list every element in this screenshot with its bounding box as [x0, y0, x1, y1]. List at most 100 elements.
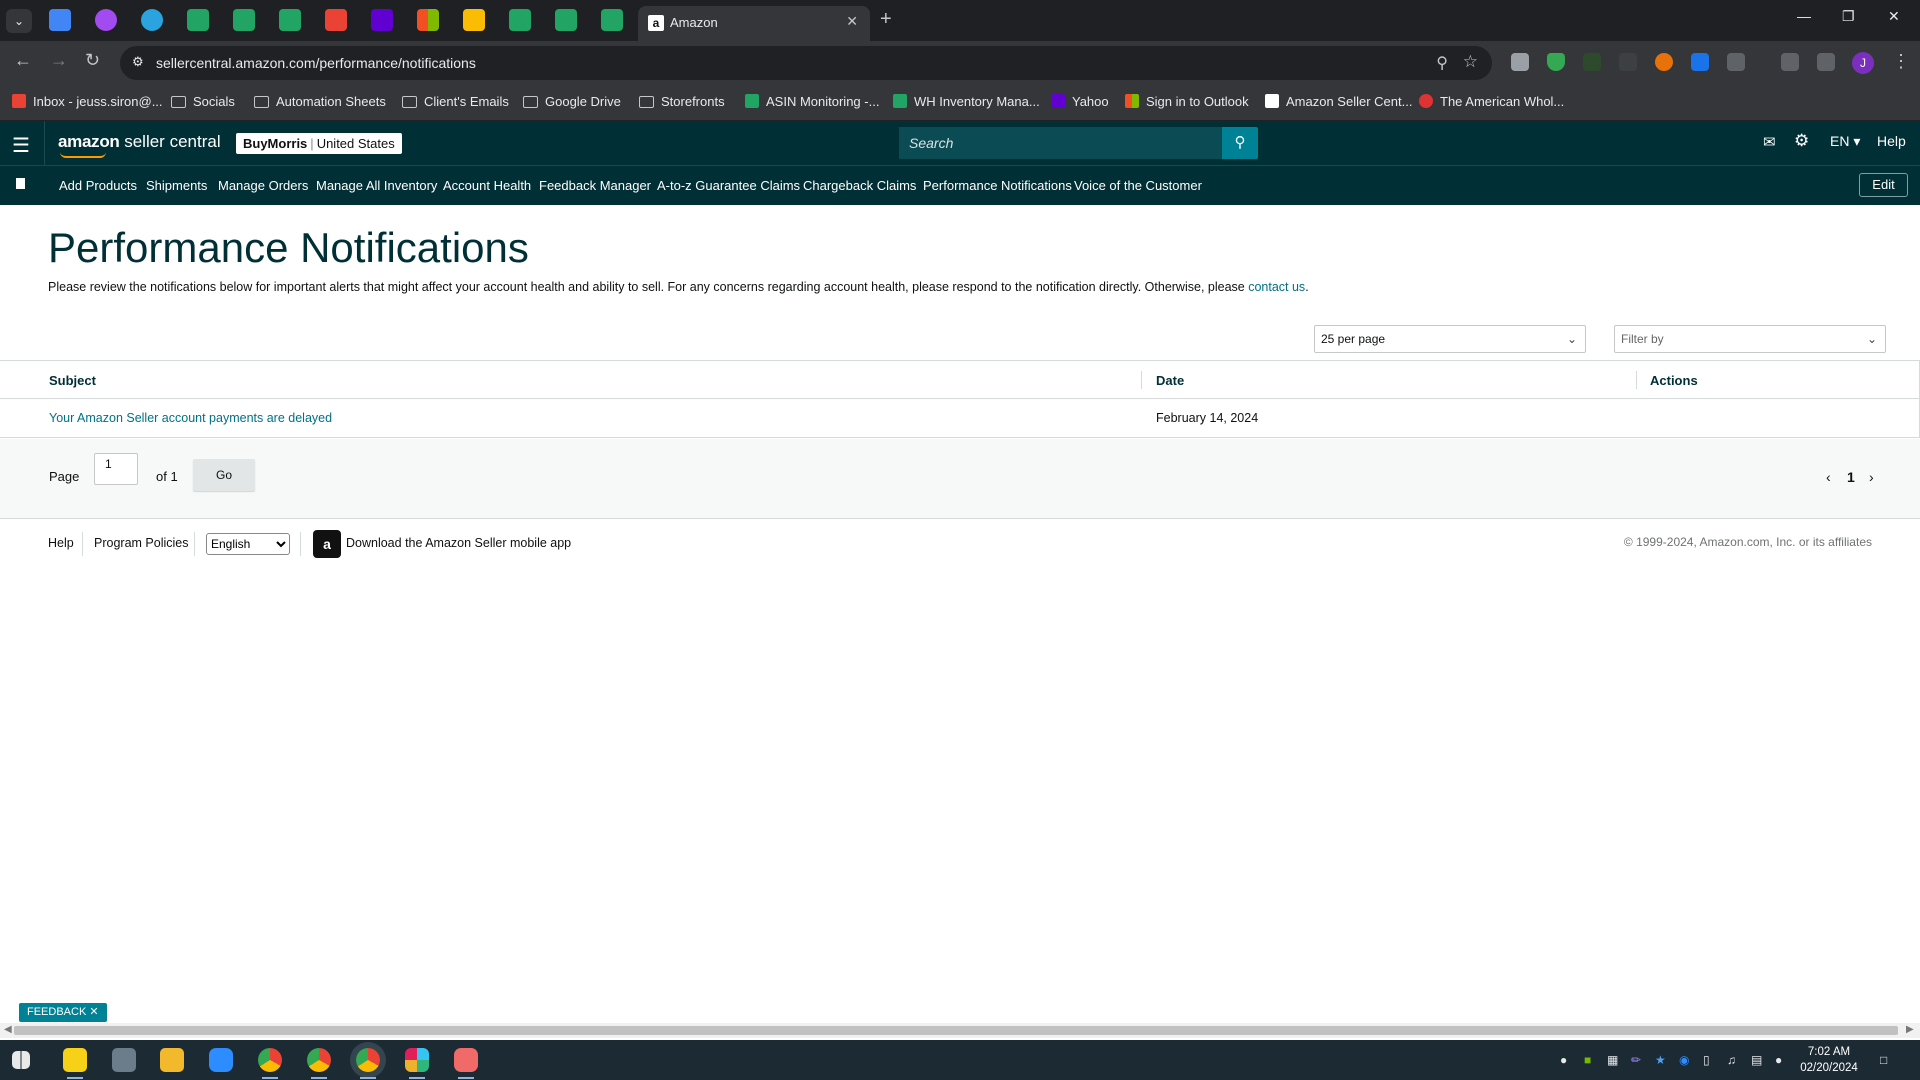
horizontal-scrollbar[interactable]: ◀ ▶ — [0, 1023, 1920, 1038]
bluetooth-icon[interactable]: ★ — [1655, 1053, 1666, 1067]
bookmark-clients-emails[interactable]: Client's Emails — [402, 84, 509, 120]
column-date[interactable]: Date — [1156, 373, 1184, 388]
asana-icon[interactable] — [454, 1048, 478, 1072]
sheets-tab-icon[interactable] — [509, 9, 531, 31]
nav-add-products[interactable]: Add Products — [59, 178, 137, 193]
windows-start-icon[interactable] — [12, 1051, 30, 1069]
microsoft-tab-icon[interactable] — [417, 9, 439, 31]
page-number-input[interactable] — [94, 453, 138, 485]
url-text[interactable]: sellercentral.amazon.com/performance/not… — [156, 55, 476, 71]
extension-shield-icon[interactable] — [1547, 53, 1565, 71]
extensions-puzzle-icon[interactable] — [1727, 53, 1745, 71]
google-drive-tab-icon[interactable] — [463, 9, 485, 31]
scrollbar-thumb[interactable] — [14, 1026, 1898, 1035]
sheets-tab-icon[interactable] — [601, 9, 623, 31]
back-arrow-icon[interactable]: ← — [14, 50, 32, 71]
reload-icon[interactable]: ↻ — [85, 50, 100, 71]
search-input[interactable] — [899, 127, 1222, 159]
per-page-select[interactable]: 25 per page ⌄ — [1314, 325, 1586, 353]
extension-puzzle-blue-icon[interactable] — [1691, 53, 1709, 71]
chrome-icon[interactable] — [356, 1048, 380, 1072]
slack-icon[interactable] — [405, 1048, 429, 1072]
download-icon[interactable] — [1781, 53, 1799, 71]
notifications-icon[interactable]: □ — [1880, 1053, 1887, 1067]
bookmark-storefronts[interactable]: Storefronts — [639, 84, 725, 120]
window-close-icon[interactable]: ✕ — [1888, 8, 1900, 25]
hamburger-menu-icon[interactable]: ☰ — [12, 133, 30, 158]
nav-chargeback-claims[interactable]: Chargeback Claims — [803, 178, 916, 193]
feedback-button[interactable]: FEEDBACK ✕ — [19, 1003, 107, 1022]
go-button[interactable]: Go — [193, 459, 255, 491]
bookmark-inbox[interactable]: Inbox - jeuss.siron@... — [12, 84, 163, 120]
extension-s-icon[interactable] — [1583, 53, 1601, 71]
extension-circle-icon[interactable] — [1655, 53, 1673, 71]
bookmark-amazon-seller-central[interactable]: Amazon Seller Cent... — [1265, 84, 1412, 120]
tab-amazon[interactable]: a Amazon ✕ — [638, 6, 870, 41]
bookmark-socials[interactable]: Socials — [171, 84, 235, 120]
nav-manage-all-inventory[interactable]: Manage All Inventory — [316, 178, 437, 193]
download-app-link[interactable]: Download the Amazon Seller mobile app — [346, 536, 571, 550]
column-subject[interactable]: Subject — [49, 373, 96, 388]
bookmark-icon[interactable] — [16, 178, 25, 189]
bookmark-asin-monitoring[interactable]: ASIN Monitoring -... — [745, 84, 879, 120]
settings-gear-icon[interactable]: ⚙ — [1794, 131, 1809, 151]
chrome-icon[interactable] — [258, 1048, 282, 1072]
minimize-icon[interactable]: — — [1797, 8, 1811, 24]
address-bar[interactable]: ⚙ sellercentral.amazon.com/performance/n… — [120, 46, 1492, 80]
nav-feedback-manager[interactable]: Feedback Manager — [539, 178, 651, 193]
mail-icon[interactable]: ✉ — [1763, 133, 1776, 151]
edit-nav-button[interactable]: Edit — [1859, 173, 1908, 197]
language-selector[interactable]: EN ▾ — [1830, 133, 1860, 150]
battery-icon[interactable]: ▯ — [1703, 1053, 1710, 1067]
sheets-tab-icon[interactable] — [187, 9, 209, 31]
sticky-notes-icon[interactable] — [63, 1048, 87, 1072]
scroll-right-arrow-icon[interactable]: ▶ — [1906, 1024, 1914, 1035]
side-panel-icon[interactable] — [1817, 53, 1835, 71]
telegram-tab-icon[interactable] — [141, 9, 163, 31]
microphone-icon[interactable]: ● — [1775, 1053, 1782, 1067]
slack-tray-icon[interactable]: ▦ — [1607, 1053, 1618, 1067]
bookmark-google-drive[interactable]: Google Drive — [523, 84, 621, 120]
prev-page-chevron-icon[interactable]: ‹ — [1826, 469, 1831, 485]
network-icon[interactable]: ▤ — [1751, 1053, 1762, 1067]
zoom-icon[interactable]: ⚲ — [1436, 53, 1448, 73]
site-info-icon[interactable]: ⚙ — [132, 54, 144, 70]
nav-account-health[interactable]: Account Health — [443, 178, 531, 193]
help-link[interactable]: Help — [1877, 133, 1906, 149]
nav-voice-of-the-customer[interactable]: Voice of the Customer — [1074, 178, 1202, 193]
bookmark-automation-sheets[interactable]: Automation Sheets — [254, 84, 386, 120]
next-page-chevron-icon[interactable]: › — [1869, 469, 1874, 485]
search-button[interactable]: ⚲ — [1222, 127, 1258, 159]
sheets-tab-icon[interactable] — [233, 9, 255, 31]
nav-performance-notifications[interactable]: Performance Notifications — [923, 178, 1072, 193]
footer-language-select[interactable]: English — [206, 533, 290, 555]
nav-shipments[interactable]: Shipments — [146, 178, 207, 193]
gmail-tab-icon[interactable] — [325, 9, 347, 31]
messenger-tab-icon[interactable] — [95, 9, 117, 31]
bookmark-yahoo[interactable]: Yahoo — [1051, 84, 1109, 120]
footer-help-link[interactable]: Help — [48, 536, 74, 550]
scroll-left-arrow-icon[interactable]: ◀ — [4, 1024, 12, 1035]
profile-avatar[interactable]: J — [1852, 52, 1874, 74]
bookmark-american-wholesale[interactable]: The American Whol... — [1419, 84, 1564, 120]
calculator-icon[interactable] — [112, 1048, 136, 1072]
browser-menu-icon[interactable]: ⋮ — [1892, 51, 1910, 72]
volume-icon[interactable]: ♫ — [1727, 1053, 1736, 1067]
sheets-tab-icon[interactable] — [279, 9, 301, 31]
extension-qr-icon[interactable] — [1511, 53, 1529, 71]
program-policies-link[interactable]: Program Policies — [94, 536, 188, 550]
system-clock[interactable]: 7:02 AM 02/20/2024 — [1798, 1044, 1860, 1076]
notification-subject-link[interactable]: Your Amazon Seller account payments are … — [49, 411, 332, 425]
pen-tray-icon[interactable]: ✏ — [1631, 1053, 1641, 1067]
sheets-tab-icon[interactable] — [555, 9, 577, 31]
current-page-number[interactable]: 1 — [1847, 469, 1855, 485]
bookmark-outlook[interactable]: Sign in to Outlook — [1125, 84, 1249, 120]
bookmark-wh-inventory[interactable]: WH Inventory Mana... — [893, 84, 1040, 120]
people-icon[interactable]: ● — [1560, 1053, 1567, 1067]
nav-a-to-z-claims[interactable]: A-to-z Guarantee Claims — [657, 178, 800, 193]
nvidia-icon[interactable]: ■ — [1584, 1053, 1591, 1067]
bookmark-star-icon[interactable]: ☆ — [1463, 52, 1478, 72]
filter-by-select[interactable]: Filter by ⌄ — [1614, 325, 1886, 353]
restore-icon[interactable]: ❐ — [1842, 8, 1855, 25]
file-explorer-icon[interactable] — [160, 1048, 184, 1072]
